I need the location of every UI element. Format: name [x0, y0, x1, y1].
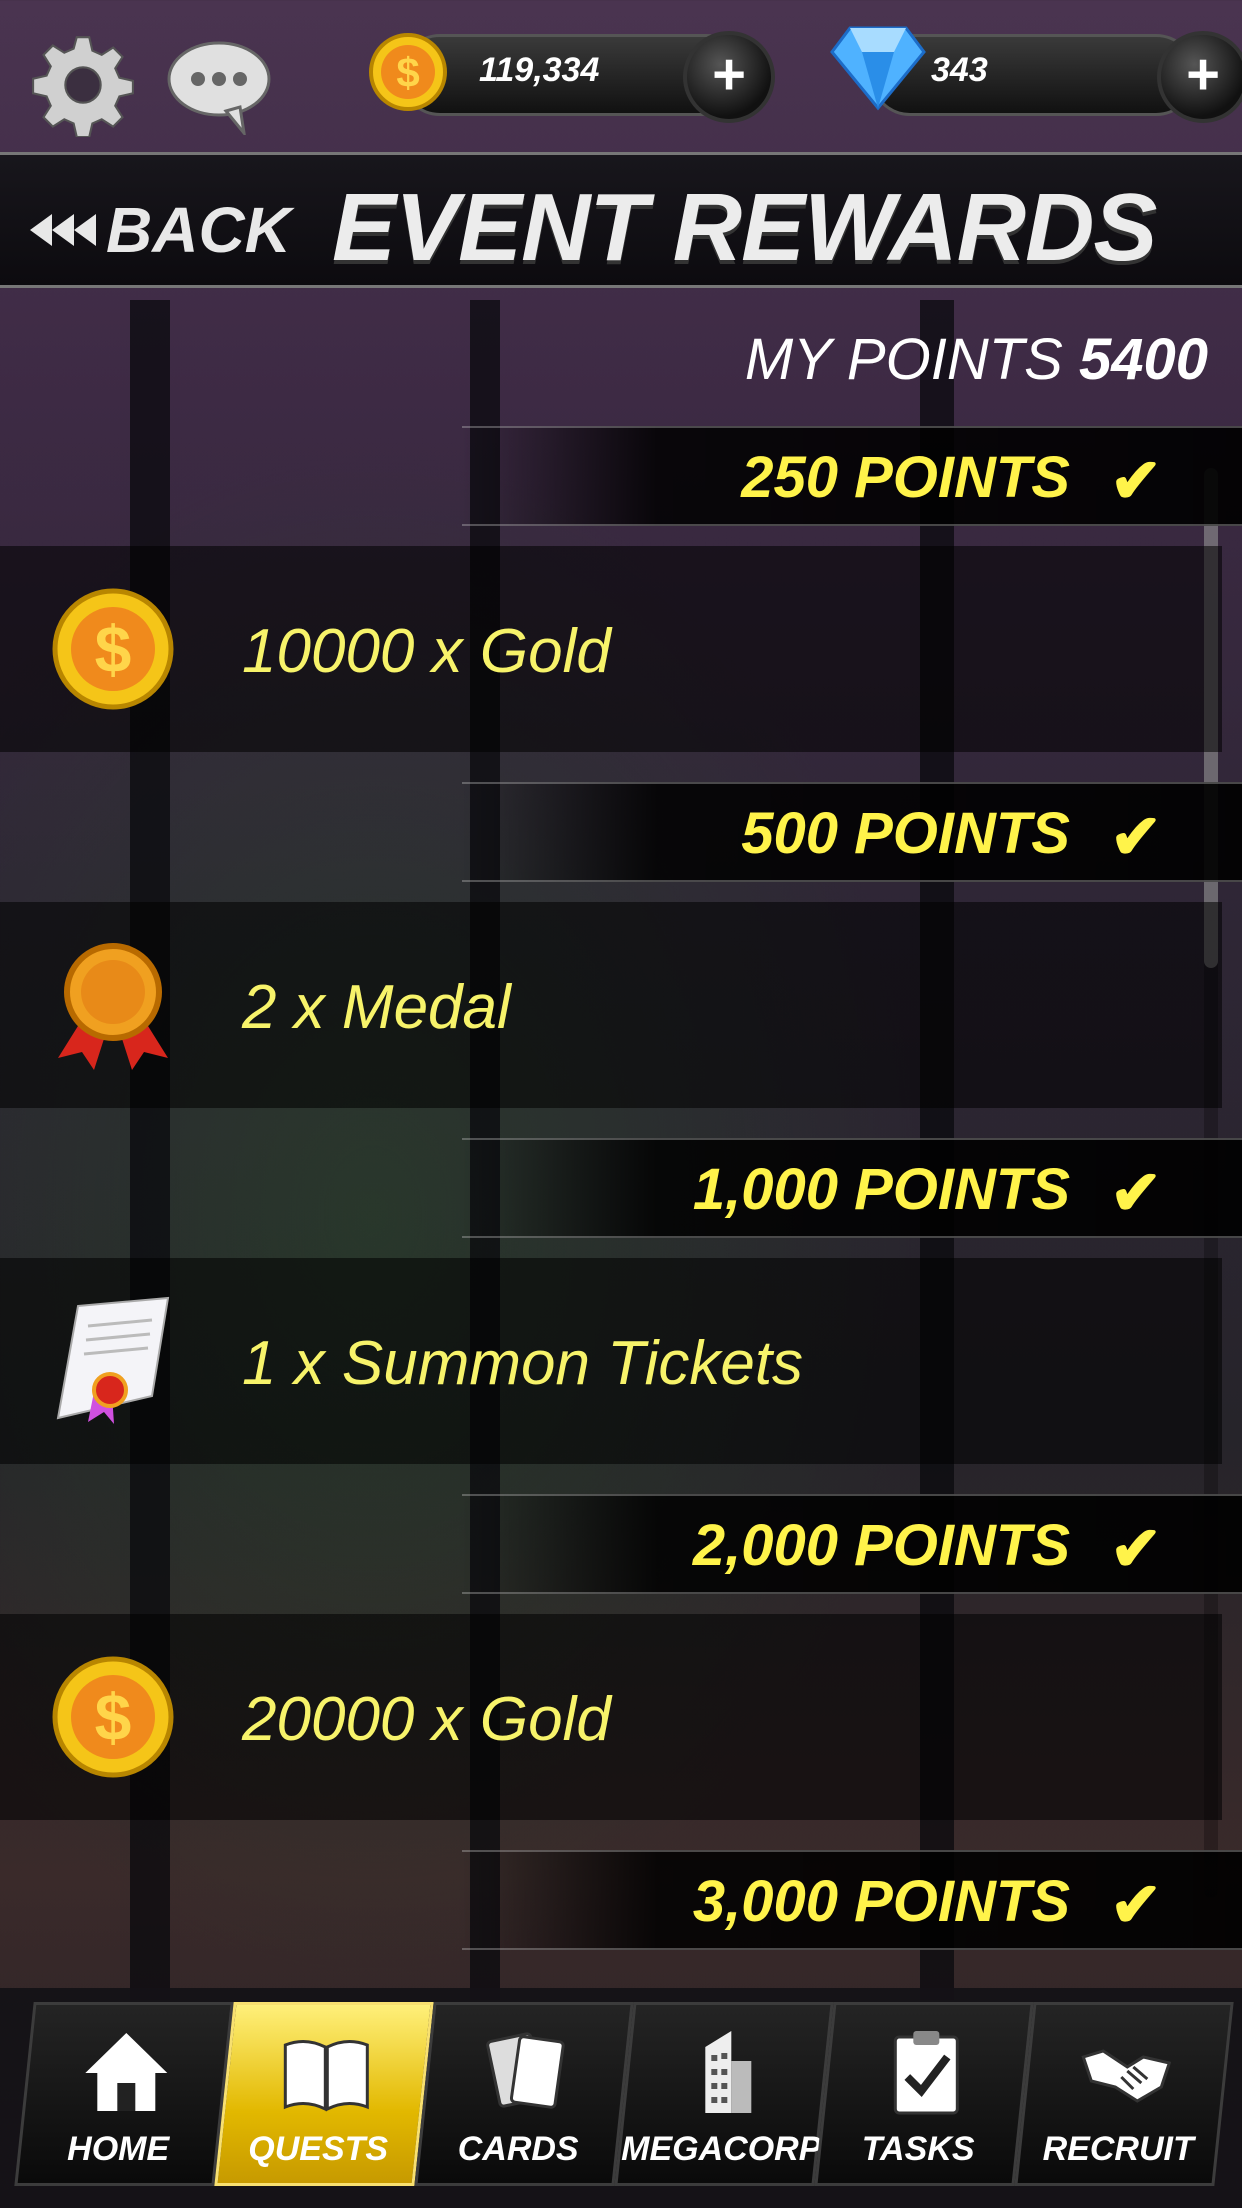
nav-home[interactable]: HOME — [14, 2002, 234, 2186]
tier-points: 1,000 POINTS — [692, 1157, 1070, 1222]
house-icon — [85, 2033, 168, 2111]
tier-header: 250 POINTS ✔ — [462, 426, 1242, 526]
claimed-check-icon: ✔ — [1110, 1515, 1162, 1584]
gold-coin-icon: $ — [52, 588, 174, 710]
svg-text:$: $ — [396, 49, 419, 96]
tier-points: 500 POINTS — [741, 801, 1070, 866]
tier-header: 2,000 POINTS ✔ — [462, 1494, 1242, 1594]
back-arrows-icon — [30, 214, 96, 246]
claimed-check-icon: ✔ — [1110, 803, 1162, 872]
building-icon — [705, 2031, 752, 2113]
page-title: EVENT REWARDS — [332, 174, 1157, 281]
summon-ticket-icon — [56, 1296, 170, 1424]
reward-text: 10000 x Gold — [242, 617, 611, 686]
nav-label: QUESTS — [248, 2130, 389, 2168]
my-points: MY POINTS 5400 — [745, 326, 1208, 393]
nav-quests[interactable]: QUESTS — [214, 2002, 434, 2186]
chat-bubble-icon — [167, 41, 271, 135]
gold-value: 119,334 — [479, 51, 600, 89]
reward-text: 1 x Summon Tickets — [242, 1329, 804, 1398]
gold-counter: 119,334 + — [400, 31, 775, 123]
my-points-value: 5400 — [1078, 327, 1208, 392]
gear-icon — [32, 36, 134, 137]
tier-header: 3,000 POINTS ✔ — [462, 1850, 1242, 1950]
rewards-list[interactable]: 250 POINTS ✔ $ 10000 x Gold 500 POINTS ✔… — [0, 420, 1242, 1990]
reward-row[interactable]: $ 20000 x Gold — [0, 1614, 1222, 1820]
tier-points: 2,000 POINTS — [692, 1513, 1070, 1578]
svg-text:$: $ — [95, 1680, 132, 1754]
tier-points: 3,000 POINTS — [692, 1869, 1070, 1934]
nav-label: RECRUIT — [1042, 2130, 1194, 2168]
nav-label: MEGACORP — [621, 2130, 822, 2168]
add-gold-button[interactable]: + — [683, 31, 775, 123]
medal-icon — [58, 943, 168, 1070]
svg-text:$: $ — [95, 612, 132, 686]
nav-cards[interactable]: CARDS — [414, 2002, 634, 2186]
bottom-nav: HOME QUESTS CARDS MEGACORP TASKS RECRUIT — [0, 1988, 1242, 2208]
chat-button[interactable] — [164, 30, 274, 140]
tier-points: 250 POINTS — [741, 445, 1070, 510]
top-bar: 119,334 + $ 343 + — [0, 0, 1242, 150]
handshake-icon — [1081, 2049, 1172, 2103]
back-button[interactable]: BACK — [30, 193, 291, 267]
diamond-icon — [830, 26, 926, 111]
settings-button[interactable] — [28, 30, 138, 140]
reward-text: 20000 x Gold — [242, 1685, 611, 1754]
add-gems-button[interactable]: + — [1157, 31, 1242, 123]
tier-header: 1,000 POINTS ✔ — [462, 1138, 1242, 1238]
reward-row[interactable]: 2 x Medal — [0, 902, 1222, 1108]
nav-recruit[interactable]: RECRUIT — [1014, 2002, 1234, 2186]
nav-label: TASKS — [861, 2130, 975, 2168]
claimed-check-icon: ✔ — [1110, 1871, 1162, 1940]
claimed-check-icon: ✔ — [1110, 1159, 1162, 1228]
nav-label: HOME — [67, 2130, 170, 2168]
clipboard-icon — [893, 2031, 959, 2115]
back-label: BACK — [106, 194, 291, 266]
nav-megacorp[interactable]: MEGACORP — [614, 2002, 834, 2186]
gold-coin-icon: $ — [52, 1656, 174, 1778]
claimed-check-icon: ✔ — [1110, 447, 1162, 516]
reward-row[interactable]: 1 x Summon Tickets — [0, 1258, 1222, 1464]
reward-row[interactable]: $ 10000 x Gold — [0, 546, 1222, 752]
my-points-label: MY POINTS — [744, 327, 1063, 392]
book-icon — [283, 2040, 369, 2112]
nav-tasks[interactable]: TASKS — [814, 2002, 1034, 2186]
gems-value: 343 — [931, 51, 988, 89]
gold-coin-icon: $ — [369, 33, 447, 111]
reward-text: 2 x Medal — [242, 973, 511, 1042]
cards-icon — [486, 2032, 565, 2109]
tier-header: 500 POINTS ✔ — [462, 782, 1242, 882]
nav-label: CARDS — [457, 2130, 579, 2168]
screen-header: BACK EVENT REWARDS — [0, 152, 1242, 288]
